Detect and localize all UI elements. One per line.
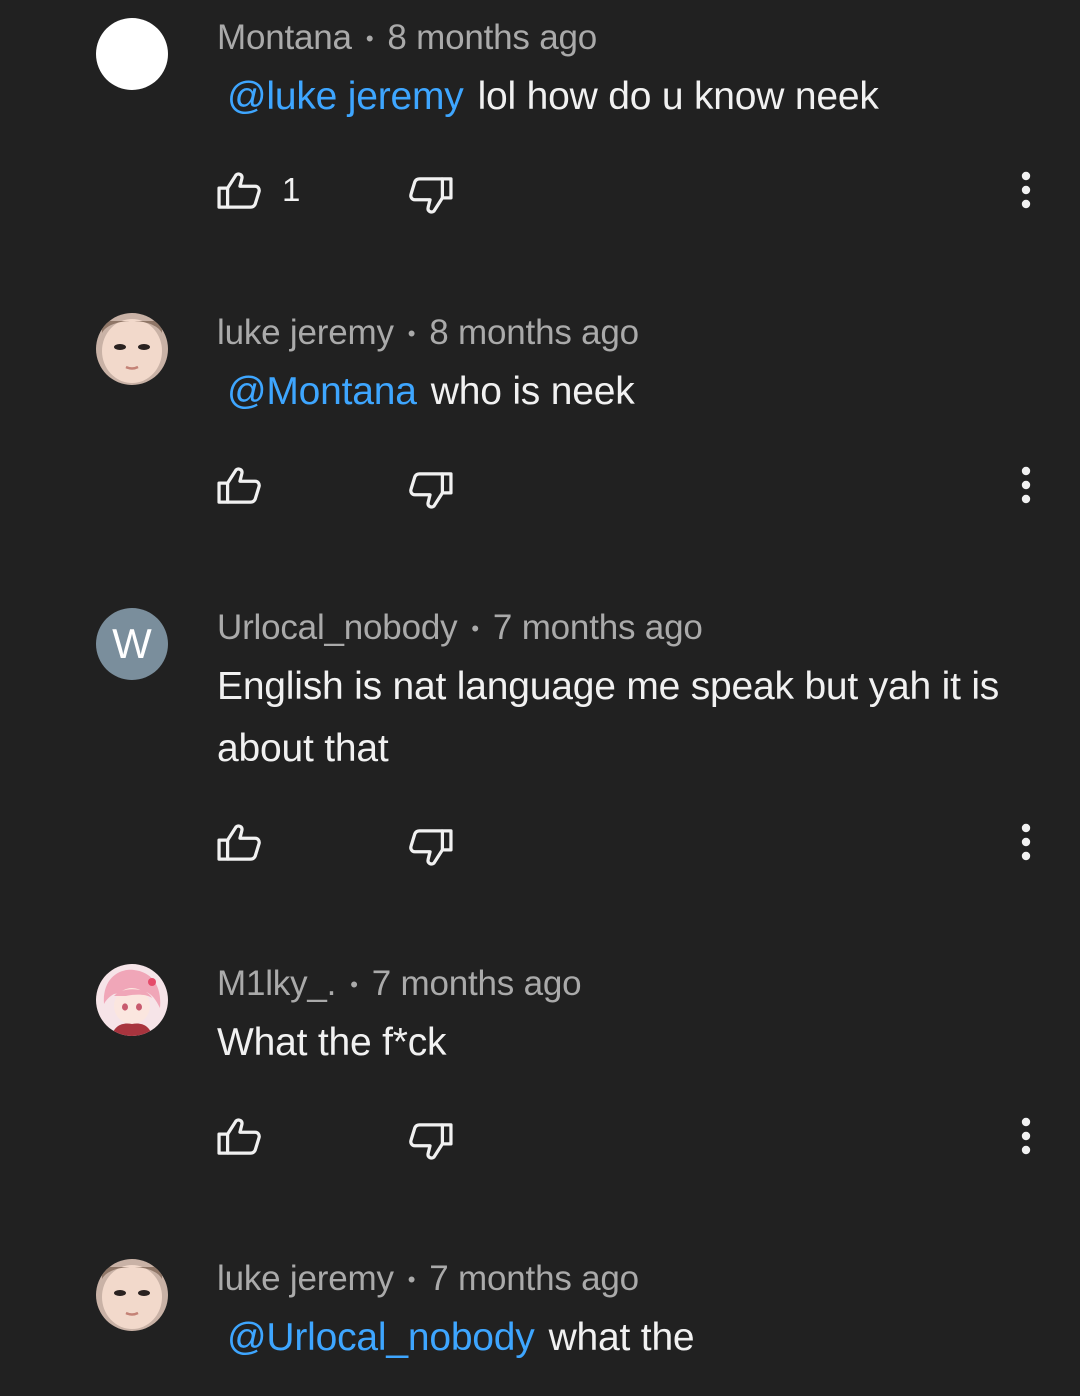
comment-body: What the f*ck [217,1021,447,1064]
more-options-button[interactable] [1008,814,1044,870]
comment-text: @Montana who is neek [217,361,1027,423]
dislike-button[interactable] [408,455,454,515]
comment-actions [0,1106,1080,1166]
thumbs-up-icon [216,466,262,504]
thumbs-up-icon [216,823,262,861]
mention-link[interactable]: @luke jeremy [227,75,464,118]
comment-text: @Urlocal_nobody what the [217,1307,1027,1369]
comment-author[interactable]: M1lky_. [217,964,336,1003]
comment-time: 7 months ago [371,964,582,1003]
avatar-letter: W [112,620,152,667]
separator-dot: • [407,321,416,346]
like-button[interactable] [216,455,282,515]
more-vertical-icon [1020,1116,1032,1156]
comment-author[interactable]: luke jeremy [217,1259,394,1298]
avatar-photo [96,313,168,385]
comment-time: 8 months ago [387,18,598,57]
comment-actions: 1 [0,160,1080,220]
comment-meta: luke jeremy • 8 months ago [217,313,639,353]
thumbs-down-icon [408,1123,454,1161]
avatar[interactable] [96,18,168,90]
avatar-photo [96,1259,168,1331]
comment-actions [0,812,1080,872]
comment-text: English is nat language me speak but yah… [217,656,1027,780]
like-count: 1 [282,171,301,208]
mention-link[interactable]: @Montana [227,370,417,413]
comment-body: lol how do u know neek [477,75,879,118]
separator-dot: • [471,616,479,641]
dislike-button[interactable] [408,1106,454,1166]
comment-author[interactable]: Urlocal_nobody [217,608,458,647]
more-options-button[interactable] [1008,1108,1044,1164]
separator-dot: • [350,972,358,997]
separator-dot: • [407,1267,416,1292]
like-button[interactable] [216,1106,282,1166]
comment-meta: luke jeremy • 7 months ago [217,1259,639,1299]
more-vertical-icon [1020,465,1032,505]
comment-body: who is neek [430,370,635,413]
thumbs-down-icon [408,829,454,867]
avatar-photo [96,964,168,1036]
comment-time: 7 months ago [429,1259,639,1298]
more-vertical-icon [1020,170,1032,210]
separator-dot: • [365,26,374,51]
thumbs-up-icon [216,1117,262,1155]
avatar[interactable] [96,964,168,1036]
avatar[interactable] [96,1259,168,1331]
comment-meta: Montana • 8 months ago [217,18,597,58]
comment-author[interactable]: Montana [217,18,352,57]
comment-text: @luke jeremy lol how do u know neek [217,66,1027,128]
more-options-button[interactable] [1008,162,1044,218]
mention-link[interactable]: @Urlocal_nobody [227,1316,535,1359]
comment-time: 8 months ago [429,313,639,352]
thumbs-down-icon [408,177,454,215]
thumbs-down-icon [408,472,454,510]
thumbs-up-icon [216,171,262,209]
more-vertical-icon [1020,822,1032,862]
comment-meta: Urlocal_nobody • 7 months ago [217,608,703,648]
dislike-button[interactable] [408,160,454,220]
dislike-button[interactable] [408,812,454,872]
comment-time: 7 months ago [492,608,703,647]
avatar[interactable] [96,313,168,385]
comment-actions [0,455,1080,515]
more-options-button[interactable] [1008,457,1044,513]
comment-body: English is nat language me speak but yah… [217,665,1000,770]
avatar[interactable]: W [96,608,168,680]
like-button[interactable] [216,812,282,872]
like-button[interactable]: 1 [216,160,300,220]
comment-text: What the f*ck [217,1012,1027,1074]
comment-meta: M1lky_. • 7 months ago [217,964,582,1004]
comment-body: what the [548,1316,695,1359]
comment-author[interactable]: luke jeremy [217,313,394,352]
